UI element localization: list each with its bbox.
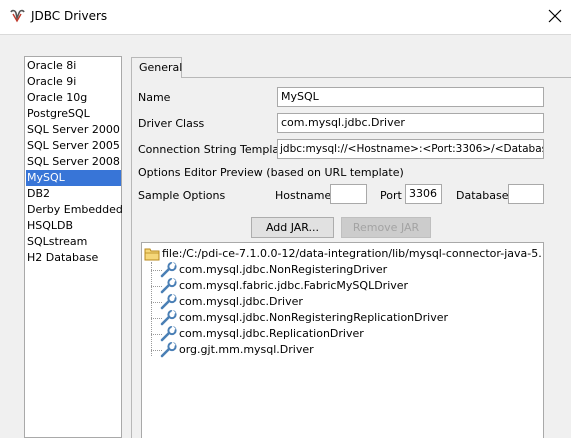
wrench-icon [160, 342, 177, 358]
connection-template-label: Connection String Template [138, 143, 291, 156]
driver-item-sqlstream[interactable]: SQLstream [26, 234, 121, 250]
driver-item-sql-server-2008[interactable]: SQL Server 2008 [26, 154, 121, 170]
driver-item-db2[interactable]: DB2 [26, 186, 121, 202]
wrench-icon [160, 294, 177, 310]
add-jar-button[interactable]: Add JAR... [251, 217, 334, 238]
driver-item-hsqldb[interactable]: HSQLDB [26, 218, 121, 234]
wrench-icon [160, 326, 177, 342]
folder-icon [144, 248, 160, 261]
connection-template-field[interactable]: jdbc:mysql://<Hostname>:<Port:3306>/<Dat… [277, 139, 544, 159]
name-field[interactable]: MySQL [277, 87, 544, 107]
remove-jar-button[interactable]: Remove JAR [341, 217, 431, 238]
wrench-icon [160, 310, 177, 326]
close-icon[interactable] [546, 7, 564, 25]
driver-item-sql-server-2000[interactable]: SQL Server 2000 [26, 122, 121, 138]
app-logo-icon [10, 9, 25, 23]
port-field[interactable]: 3306 [405, 184, 442, 204]
hostname-label: Hostname [275, 189, 332, 202]
window-title: JDBC Drivers [31, 9, 108, 23]
driver-item-mysql[interactable]: MySQL [26, 170, 121, 186]
driver-item-oracle-9i[interactable]: Oracle 9i [26, 74, 121, 90]
database-field[interactable] [508, 184, 544, 204]
class-node-label: com.mysql.jdbc.NonRegisteringDriver [179, 263, 388, 276]
driver-item-oracle-8i[interactable]: Oracle 8i [26, 58, 121, 74]
driver-item-h2-database[interactable]: H2 Database [26, 250, 121, 266]
driver-list[interactable]: Oracle 8i Oracle 9i Oracle 10g PostgreSQ… [24, 56, 123, 438]
wrench-icon [160, 262, 177, 278]
driver-item-sql-server-2005[interactable]: SQL Server 2005 [26, 138, 121, 154]
class-node-label: com.mysql.jdbc.ReplicationDriver [179, 327, 364, 340]
tab-general[interactable]: General [131, 57, 182, 78]
database-label: Database [456, 189, 509, 202]
driver-class-label: Driver Class [138, 117, 205, 130]
tab-general-label: General [139, 61, 183, 74]
name-label: Name [138, 91, 171, 104]
class-node-label: com.mysql.jdbc.NonRegisteringReplication… [179, 311, 448, 324]
jar-file-label: file:/C:/pdi-ce-7.1.0.0-12/data-integrat… [162, 247, 543, 260]
tree-connector [151, 262, 152, 356]
title-bar: JDBC Drivers [0, 0, 571, 34]
class-node-label: com.mysql.fabric.jdbc.FabricMySQLDriver [179, 279, 409, 292]
hostname-field[interactable] [330, 184, 367, 204]
class-node-label: com.mysql.jdbc.Driver [179, 295, 303, 308]
wrench-icon [160, 278, 177, 294]
driver-class-field[interactable]: com.mysql.jdbc.Driver [277, 113, 544, 133]
port-label: Port [380, 189, 402, 202]
driver-item-postgresql[interactable]: PostgreSQL [26, 106, 121, 122]
sample-options-label: Sample Options [138, 189, 226, 202]
driver-item-derby-embedded[interactable]: Derby Embedded [26, 202, 123, 218]
jar-class-tree[interactable]: file:/C:/pdi-ce-7.1.0.0-12/data-integrat… [141, 242, 544, 438]
options-preview-label: Options Editor Preview (based on URL tem… [138, 166, 404, 179]
class-node-label: org.gjt.mm.mysql.Driver [179, 343, 314, 356]
driver-item-oracle-10g[interactable]: Oracle 10g [26, 90, 121, 106]
